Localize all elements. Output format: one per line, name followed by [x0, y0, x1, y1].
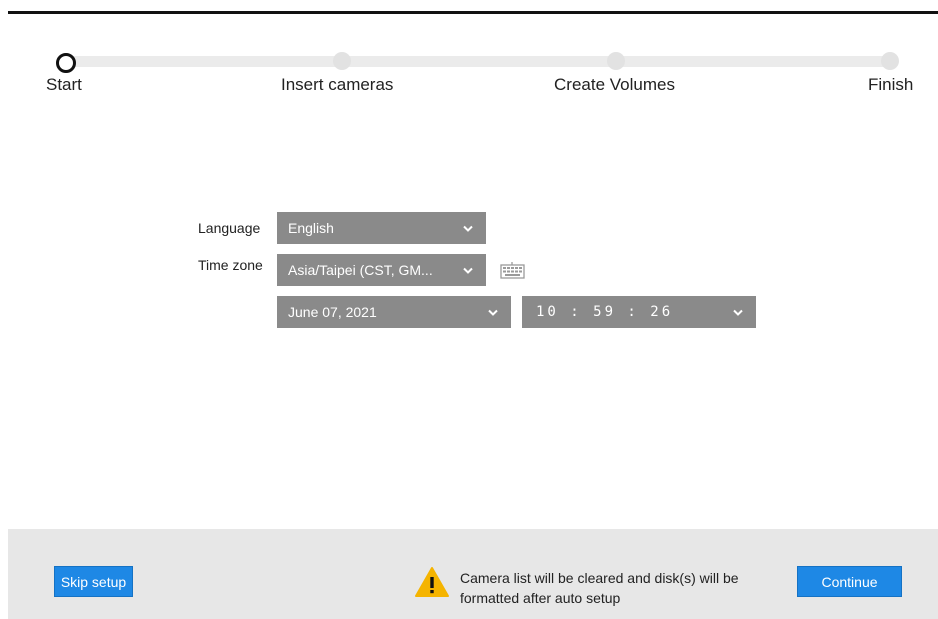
- step-dot-create-volumes: [607, 52, 625, 70]
- chevron-down-icon: [483, 309, 503, 316]
- skip-setup-button[interactable]: Skip setup: [54, 566, 133, 597]
- time-value: 10 : 59 : 26: [536, 304, 674, 320]
- step-dot-start: [56, 53, 76, 73]
- step-dot-finish: [881, 52, 899, 70]
- warning-message: Camera list will be cleared and disk(s) …: [460, 570, 739, 606]
- setup-stepper: Start Insert cameras Create Volumes Fini…: [0, 0, 938, 110]
- keyboard-icon[interactable]: [500, 262, 525, 279]
- continue-button[interactable]: Continue: [797, 566, 902, 597]
- date-value: June 07, 2021: [288, 304, 377, 320]
- step-label-start: Start: [46, 75, 82, 94]
- warning-icon: [414, 566, 450, 598]
- language-label: Language: [198, 220, 261, 236]
- timezone-select[interactable]: Asia/Taipei (CST, GM...: [277, 254, 486, 286]
- timezone-value: Asia/Taipei (CST, GM...: [288, 262, 433, 278]
- stepper-track: [65, 56, 890, 67]
- language-select[interactable]: English: [277, 212, 486, 244]
- date-select[interactable]: June 07, 2021: [277, 296, 511, 328]
- time-select[interactable]: 10 : 59 : 26: [522, 296, 756, 328]
- step-dot-insert-cameras: [333, 52, 351, 70]
- step-label-create-volumes: Create Volumes: [554, 75, 675, 94]
- chevron-down-icon: [458, 225, 478, 232]
- language-value: English: [288, 220, 334, 236]
- chevron-down-icon: [458, 267, 478, 274]
- step-label-finish: Finish: [868, 75, 914, 94]
- timezone-label: Time zone: [198, 257, 263, 273]
- step-label-insert-cameras: Insert cameras: [281, 75, 394, 94]
- chevron-down-icon: [728, 309, 748, 316]
